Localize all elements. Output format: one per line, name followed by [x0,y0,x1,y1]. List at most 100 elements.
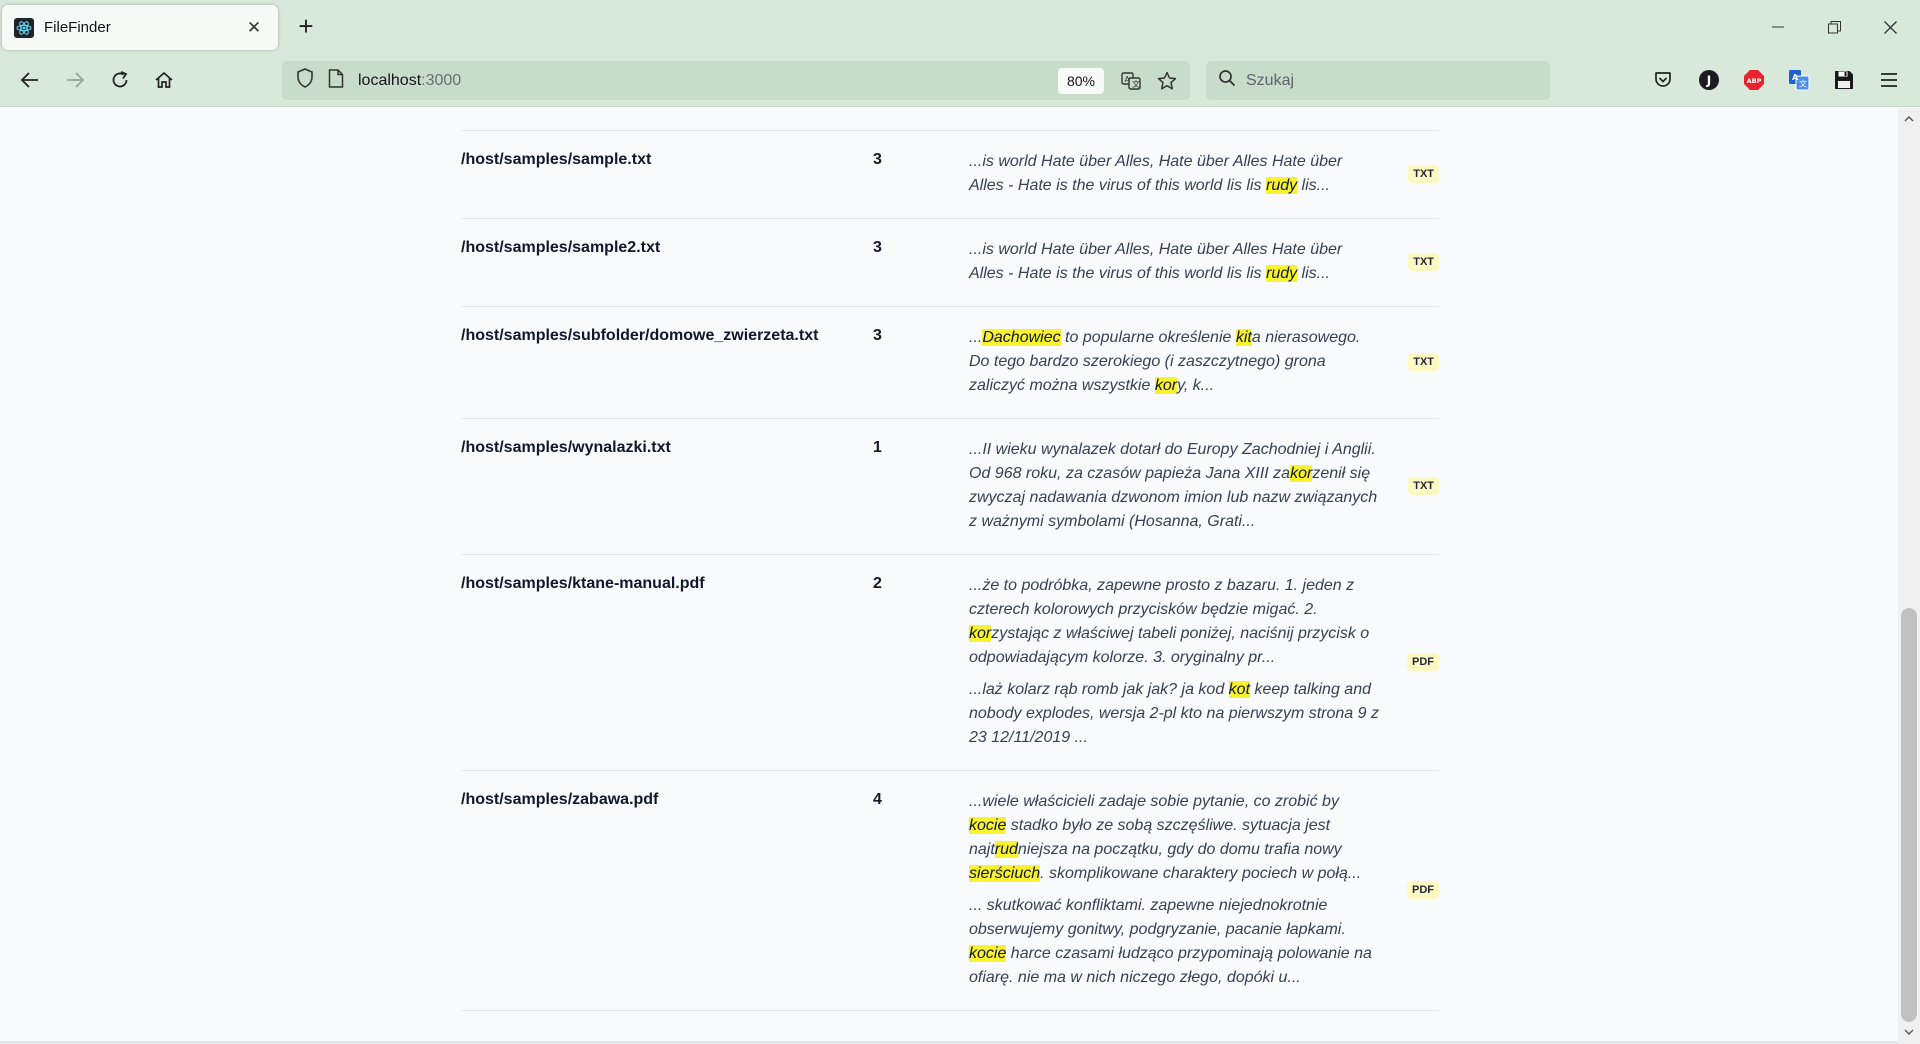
scroll-down-icon[interactable] [1898,1022,1920,1042]
snippet-highlight: rud [994,841,1018,858]
result-match-count: 4 [873,791,882,808]
translator-extension-icon[interactable]: A文 [1781,62,1817,98]
result-row[interactable]: /host/samples/sample.txt 3 ...is world Hat… [461,130,1439,219]
snippet-text: niejsza na początku, gdy do domu trafia … [1017,841,1342,858]
reload-icon[interactable] [102,62,138,98]
shield-icon[interactable] [296,68,314,93]
file-type-badge: TXT [1408,253,1439,271]
star-icon[interactable] [1150,64,1184,98]
page-icon[interactable] [328,68,344,93]
result-snippet: ... skutkować konfliktami. zapewne nieje… [969,894,1379,990]
result-row[interactable]: /host/samples/wynalazki.txt 1 ...II wieku … [461,419,1439,555]
result-snippet: ...laż kolarz rąb romb jak jak? ja kod k… [969,678,1379,750]
search-icon [1218,69,1236,92]
svg-text:文: 文 [1132,79,1140,89]
snippet-text: y, k... [1177,377,1215,394]
result-match-count: 3 [873,239,882,256]
result-match-count: 1 [873,439,882,456]
snippet-text: ...laż kolarz rąb romb jak jak? ja kod [969,681,1229,698]
result-type-cell: PDF [1379,574,1439,750]
react-favicon [14,17,34,38]
snippet-highlight: kocie [969,817,1007,834]
result-snippet: ...II wieku wynalazek dotarł do Europy Z… [969,438,1379,534]
result-snippets: ...Dachowiec to popularne określenie kit… [969,326,1379,398]
result-row[interactable]: /host/samples/sample2.txt 3 ...is world Ha… [461,219,1439,307]
snippet-text: to popularne określenie [1060,329,1236,346]
adblock-icon[interactable]: ABP [1736,62,1772,98]
snippet-highlight: kocie [969,945,1007,962]
result-match-count: 3 [873,327,882,344]
profile-icon[interactable]: J [1691,62,1727,98]
close-icon[interactable]: ✕ [242,18,266,38]
result-type-cell: TXT [1379,438,1439,534]
result-match-count: 2 [873,575,882,592]
result-snippets: ...II wieku wynalazek dotarł do Europy Z… [969,438,1379,534]
file-type-badge: PDF [1407,881,1439,899]
result-snippet: ...wiele właścicieli zadaje sobie pytani… [969,790,1379,886]
result-path[interactable]: /host/samples/wynalazki.txt [461,438,873,534]
file-type-badge: PDF [1407,653,1439,671]
snippet-text: ...wiele właścicieli zadaje sobie pytani… [969,793,1339,810]
file-type-badge: TXT [1408,477,1439,495]
result-row[interactable]: /host/samples/subfolder/domowe_zwierzeta… [461,307,1439,419]
result-row[interactable]: /host/samples/ktane-manual.pdf 2 ...że to … [461,555,1439,771]
result-match-count: 3 [873,151,882,168]
result-path[interactable]: /host/samples/sample.txt [461,150,873,198]
result-snippet: ...Dachowiec to popularne określenie kit… [969,326,1379,398]
snippet-highlight: kit [1235,329,1252,346]
snippet-highlight: sierściuch [969,865,1041,882]
result-path[interactable]: /host/samples/sample2.txt [461,238,873,286]
search-input[interactable] [1246,71,1536,90]
forward-arrow-icon[interactable] [57,62,93,98]
scroll-up-icon[interactable] [1898,108,1920,128]
translate-icon[interactable]: A文 [1114,64,1148,98]
file-type-badge: TXT [1408,353,1439,371]
result-type-cell: PDF [1379,790,1439,990]
plus-icon[interactable]: + [290,11,322,43]
result-path[interactable]: /host/samples/ktane-manual.pdf [461,574,873,750]
browser-tab[interactable]: FileFinder ✕ [2,5,278,50]
navigation-toolbar: localhost:3000 80% A文 J ABP A文 [0,54,1920,107]
result-row[interactable]: /host/samples/zabawa.pdf 4 ...wiele właści… [461,771,1439,1011]
result-path[interactable]: /host/samples/subfolder/domowe_zwierzeta… [461,326,873,398]
snippet-text: harce czasami łudząco przypominają polow… [969,945,1372,986]
close-window-icon[interactable] [1867,0,1913,54]
address-bar[interactable]: localhost:3000 80% A文 [282,61,1190,100]
snippet-text: zystając z właściwej tabeli poniżej, nac… [969,625,1370,666]
page-content: /host/samples/sample.txt 3 ...is world Hat… [0,108,1898,1044]
minimize-icon[interactable] [1755,0,1801,54]
result-snippets: ...wiele właścicieli zadaje sobie pytani… [969,790,1379,990]
svg-text:A: A [1125,75,1131,84]
menu-icon[interactable] [1871,62,1907,98]
url-text[interactable]: localhost:3000 [358,72,1058,90]
home-icon[interactable] [146,62,182,98]
url-host: localhost [358,71,422,89]
search-bar[interactable] [1206,61,1550,100]
result-snippets: ...że to podróbka, zapewne prosto z baza… [969,574,1379,750]
snippet-text: ... [969,329,983,346]
profile-initial: J [1706,74,1711,88]
result-type-cell: TXT [1379,150,1439,198]
pocket-icon[interactable] [1645,62,1681,98]
restore-icon[interactable] [1811,0,1857,54]
tab-strip: FileFinder ✕ + [0,0,1920,54]
snippet-highlight: kor [1290,465,1313,482]
adblock-label: ABP [1747,77,1762,85]
back-arrow-icon[interactable] [12,62,48,98]
snippet-highlight: rudy [1265,177,1298,194]
snippet-text: ...że to podróbka, zapewne prosto z baza… [969,577,1355,618]
result-snippets: ...is world Hate über Alles, Hate über A… [969,150,1379,198]
result-snippet: ...is world Hate über Alles, Hate über A… [969,150,1379,198]
result-snippet: ...że to podróbka, zapewne prosto z baza… [969,574,1379,670]
snippet-highlight: kor [1154,377,1178,394]
snippet-text: ... skutkować konfliktami. zapewne nieje… [969,897,1346,938]
snippet-highlight: kot [1228,681,1251,698]
scrollbar-thumb[interactable] [1901,608,1917,1022]
file-type-badge: TXT [1408,165,1439,183]
save-icon[interactable] [1826,62,1862,98]
snippet-text: lis... [1297,265,1330,282]
svg-text:文: 文 [1799,79,1807,89]
scrollbar[interactable] [1898,108,1920,1044]
result-path[interactable]: /host/samples/zabawa.pdf [461,790,873,990]
zoom-indicator[interactable]: 80% [1058,67,1104,94]
